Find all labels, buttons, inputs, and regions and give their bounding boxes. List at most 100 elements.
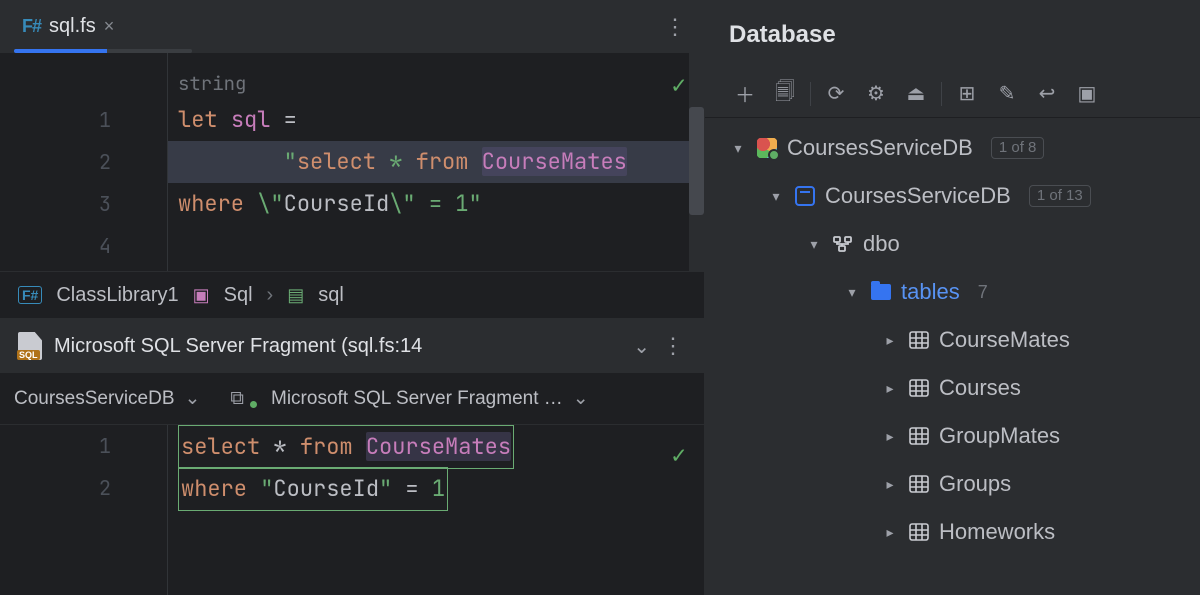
table-icon [909, 475, 929, 493]
fsharp-icon: F# [18, 286, 42, 304]
inspection-ok-icon[interactable]: ✓ [672, 435, 686, 477]
chevron-down-icon[interactable]: ▾ [729, 140, 747, 157]
code-area[interactable]: select * from CourseMates where "CourseI… [168, 425, 704, 595]
tab-options-icon[interactable]: ⋮ [664, 14, 696, 40]
table-node[interactable]: ▸ Homeworks [705, 508, 1200, 556]
scrollbar-thumb[interactable] [689, 107, 704, 215]
sql-eq: = [392, 474, 432, 503]
sql-keyword-select: select [181, 432, 260, 461]
line-number: 2 [0, 141, 167, 183]
line-number: 4 [0, 225, 167, 267]
chevron-down-icon[interactable]: ▾ [805, 236, 823, 253]
crumb-symbol[interactable]: sql [318, 284, 344, 307]
code-area[interactable]: string let sql = "select * from CourseMa… [168, 53, 704, 271]
editor-pane[interactable]: 1 2 3 4 string let sql = "select * from … [0, 53, 704, 271]
table-node[interactable]: ▸ GroupMates [705, 412, 1200, 460]
datasource-name[interactable]: CoursesServiceDB [14, 388, 175, 410]
crumb-file[interactable]: Sql [224, 284, 253, 307]
edit-icon[interactable]: ✎ [989, 78, 1025, 110]
count-badge: 1 of 8 [991, 137, 1045, 159]
quote: " [260, 474, 273, 503]
string-lit: \" [244, 189, 284, 218]
chevron-down-icon[interactable]: ▾ [843, 284, 861, 301]
inspection-ok-icon[interactable]: ✓ [672, 65, 686, 107]
crumb-project[interactable]: ClassLibrary1 [56, 284, 178, 307]
jump-icon[interactable]: ↩ [1029, 78, 1065, 110]
table-label: GroupMates [939, 423, 1060, 449]
gutter: 1 2 3 4 [0, 53, 168, 271]
fragment-title[interactable]: Microsoft SQL Server Fragment (sql.fs:14 [54, 335, 621, 358]
database-node[interactable]: ▾ CoursesServiceDB 1 of 13 [705, 172, 1200, 220]
copy-icon[interactable]: 🗐 [767, 78, 803, 110]
table-label: CourseMates [939, 327, 1070, 353]
chevron-down-icon[interactable]: ▾ [767, 188, 785, 205]
chevron-right-icon[interactable]: ▸ [881, 428, 899, 445]
string-close: " [468, 189, 481, 218]
line-number: 3 [0, 183, 167, 225]
type-inlay: string [178, 63, 246, 105]
sql-value: 1 [455, 189, 468, 218]
refresh-icon[interactable]: ⟳ [818, 78, 854, 110]
folder-icon [871, 284, 891, 300]
tab-sql-fs[interactable]: F# sql.fs × [8, 0, 128, 53]
line-number: 1 [0, 425, 167, 467]
fragment-editor[interactable]: 1 2 select * from CourseMates where "Cou… [0, 425, 704, 595]
datasource-node[interactable]: ▾ CoursesServiceDB 1 of 8 [705, 124, 1200, 172]
fsharp-icon: F# [22, 16, 41, 37]
status-dot-icon [250, 401, 257, 408]
table-icon [909, 331, 929, 349]
sql-table-ref: CourseMates [482, 147, 627, 176]
chevron-down-icon[interactable]: ⌄ [573, 387, 589, 410]
database-tree[interactable]: ▾ CoursesServiceDB 1 of 8 ▾ CoursesServi… [705, 118, 1200, 595]
chevron-right-icon[interactable]: ▸ [881, 476, 899, 493]
gutter: 1 2 [0, 425, 168, 595]
string-open: " [178, 147, 297, 176]
chevron-right-icon[interactable]: ▸ [881, 380, 899, 397]
table-node[interactable]: ▸ CourseMates [705, 316, 1200, 364]
table-icon [909, 379, 929, 397]
space [468, 147, 481, 176]
add-icon[interactable]: ＋ [727, 78, 763, 110]
space [353, 432, 366, 461]
fragment-header: Microsoft SQL Server Fragment (sql.fs:14… [0, 319, 704, 373]
sql-file-icon [18, 332, 42, 360]
tables-folder-node[interactable]: ▾ tables 7 [705, 268, 1200, 316]
quote: " [379, 474, 392, 503]
schema-node[interactable]: ▾ dbo [705, 220, 1200, 268]
fragment-options-icon[interactable]: ⋮ [662, 333, 686, 359]
breadcrumb-bar: F# ClassLibrary1 ▣ Sql › ▤ sql [0, 271, 704, 319]
chevron-right-icon: › [267, 284, 274, 307]
tab-filename: sql.fs [49, 15, 96, 38]
schema-label: dbo [863, 231, 900, 257]
sql-value: 1 [432, 474, 445, 503]
table-node[interactable]: ▸ Courses [705, 364, 1200, 412]
close-icon[interactable]: × [104, 16, 115, 37]
sql-column-ref: CourseId [273, 474, 379, 503]
chevron-right-icon[interactable]: ▸ [881, 524, 899, 541]
sql-module-icon: ▣ [193, 285, 210, 306]
table-icon [909, 523, 929, 541]
schema-icon [833, 236, 853, 252]
sql-keyword-select: select [297, 147, 376, 176]
table-label: Courses [939, 375, 1021, 401]
editor-column: F# sql.fs × ⋮ 1 2 3 4 string let sql = "… [0, 0, 705, 595]
mssql-server-icon [757, 138, 777, 158]
keyword-let: let [178, 105, 218, 134]
chevron-down-icon[interactable]: ⌄ [633, 334, 650, 359]
line-number: 2 [0, 467, 167, 509]
session-name[interactable]: Microsoft SQL Server Fragment … [271, 388, 563, 410]
chevron-down-icon[interactable]: ⌄ [185, 387, 201, 410]
separator [941, 82, 942, 106]
gear-icon[interactable]: ⚙ [858, 78, 894, 110]
scrollbar-track[interactable] [689, 53, 704, 271]
database-label: CoursesServiceDB [825, 183, 1011, 209]
chevron-right-icon[interactable]: ▸ [881, 332, 899, 349]
table-node[interactable]: ▸ Groups [705, 460, 1200, 508]
table-view-icon[interactable]: ⊞ [949, 78, 985, 110]
sql-keyword-from: from [300, 432, 353, 461]
count-badge: 1 of 13 [1029, 185, 1091, 207]
datasource-label: CoursesServiceDB [787, 135, 973, 161]
run-icon[interactable]: ▣ [1069, 78, 1105, 110]
table-label: Groups [939, 471, 1011, 497]
disconnect-icon[interactable]: ⏏ [898, 78, 934, 110]
